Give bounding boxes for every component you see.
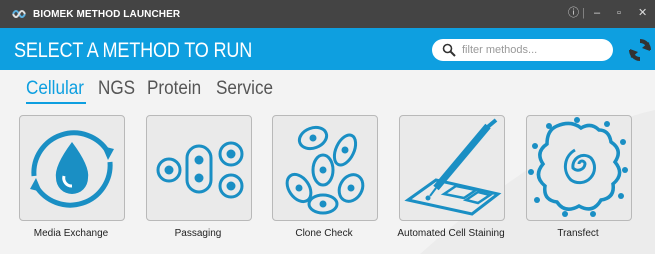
media-exchange-icon: [30, 130, 114, 208]
active-tab-underline: [26, 102, 86, 104]
method-label-clone-check: Clone Check: [295, 228, 353, 239]
search-box[interactable]: [432, 39, 613, 61]
search-input[interactable]: [462, 42, 602, 57]
header-bar: SELECT A METHOD TO RUN: [0, 28, 655, 70]
page-title: SELECT A METHOD TO RUN: [14, 39, 253, 62]
method-tile-media-exchange[interactable]: [19, 115, 125, 221]
tab-ngs[interactable]: NGS: [98, 78, 135, 100]
clone-check-icon: [285, 125, 365, 215]
app-title: BIOMEK METHOD LAUNCHER: [33, 9, 181, 20]
transfect-icon: [528, 117, 628, 217]
maximize-button[interactable]: ▫: [617, 5, 621, 21]
method-label-automated-cell-staining: Automated Cell Staining: [397, 228, 505, 239]
method-label-passaging: Passaging: [174, 228, 222, 239]
tab-service[interactable]: Service: [216, 78, 273, 100]
minimize-button[interactable]: ‒: [594, 5, 600, 21]
method-tile-clone-check[interactable]: [272, 115, 378, 221]
method-tile-automated-cell-staining[interactable]: [399, 115, 505, 221]
tab-protein[interactable]: Protein: [147, 78, 201, 100]
title-bar: BIOMEK METHOD LAUNCHER ⓘ | ‒ ▫ ✕: [0, 0, 655, 28]
search-icon: [442, 43, 456, 57]
passaging-icon: [156, 141, 244, 199]
info-icon[interactable]: ⓘ: [568, 5, 579, 21]
method-tile-passaging[interactable]: [146, 115, 252, 221]
refresh-icon[interactable]: [628, 38, 652, 62]
method-label-media-exchange: Media Exchange: [33, 228, 109, 239]
tab-cellular[interactable]: Cellular: [26, 78, 84, 100]
titlebar-divider: |: [582, 7, 585, 19]
close-button[interactable]: ✕: [638, 5, 647, 21]
method-label-transfect: Transfect: [557, 228, 599, 239]
cell-staining-icon: [404, 118, 502, 216]
app-logo-icon: [12, 10, 26, 18]
method-tile-transfect[interactable]: [526, 115, 632, 221]
